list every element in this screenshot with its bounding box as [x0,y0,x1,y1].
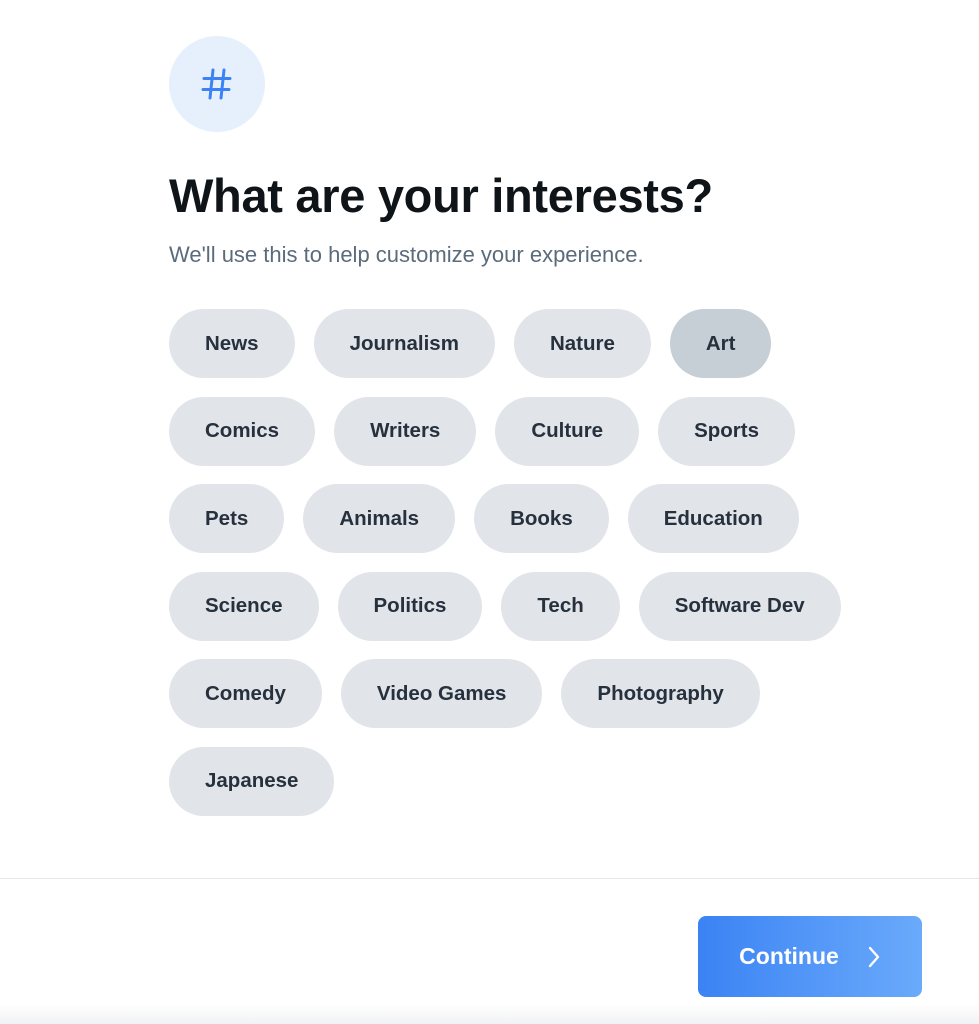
interest-chip-list: News Journalism Nature Art Comics Writer… [169,309,889,834]
interest-chip-animals[interactable]: Animals [303,484,456,553]
interest-chip-comics[interactable]: Comics [169,396,316,466]
page-subtitle: We'll use this to help customize your ex… [169,242,644,267]
interest-chip-pets[interactable]: Pets [169,484,285,553]
interest-chip-journalism[interactable]: Journalism [313,309,495,378]
interest-chip-sports[interactable]: Sports [658,396,796,466]
interest-chip-tech[interactable]: Tech [501,571,620,641]
chip-row: News Journalism Nature Art [169,309,889,378]
continue-button-label: Continue [739,943,839,969]
interest-chip-art[interactable]: Art [669,309,772,378]
continue-button[interactable]: Continue [698,916,922,997]
chip-row: Science Politics Tech Software Dev [169,571,889,641]
interest-chip-nature[interactable]: Nature [513,309,651,378]
interest-chip-books[interactable]: Books [474,484,609,553]
footer-divider [0,878,979,879]
chevron-right-icon [868,946,880,967]
interest-chip-science[interactable]: Science [169,571,319,641]
interest-chip-news[interactable]: News [169,309,295,378]
chip-row: Comedy Video Games Photography [169,659,889,728]
interest-chip-writers[interactable]: Writers [334,396,477,466]
interest-chip-comedy[interactable]: Comedy [169,659,322,728]
page-title: What are your interests? [169,169,713,222]
interest-chip-culture[interactable]: Culture [495,396,640,466]
hash-icon [201,68,232,100]
interest-chip-politics[interactable]: Politics [337,571,483,641]
bottom-edge-shadow [0,1004,979,1024]
chip-row: Pets Animals Books Education [169,484,889,553]
chip-row: Japanese [169,746,889,816]
interest-chip-video-games[interactable]: Video Games [340,659,543,728]
interest-chip-education[interactable]: Education [627,484,799,553]
interests-onboarding-page: What are your interests? We'll use this … [0,0,979,1024]
interest-chip-photography[interactable]: Photography [561,659,760,728]
hash-icon-badge [169,36,265,132]
chip-row: Comics Writers Culture Sports [169,396,889,466]
interest-chip-software-dev[interactable]: Software Dev [638,571,841,641]
interest-chip-japanese[interactable]: Japanese [169,746,335,816]
